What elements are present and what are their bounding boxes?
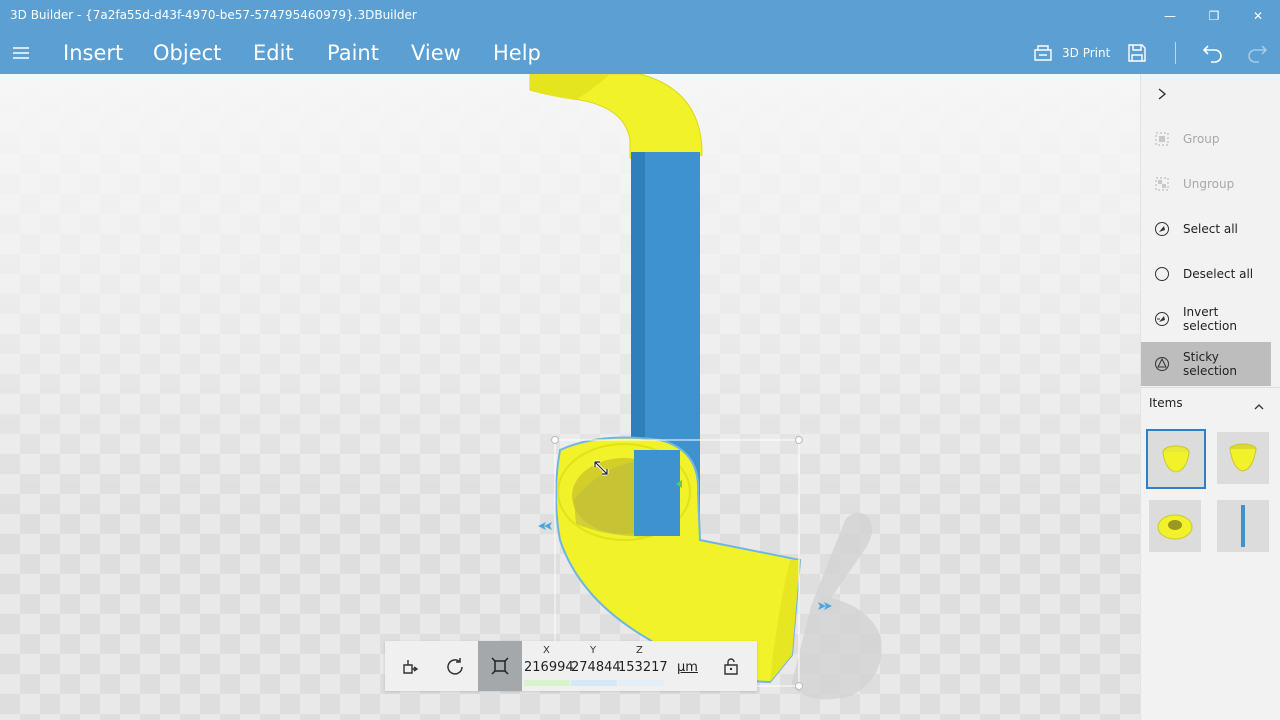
undo-button[interactable] <box>1202 40 1224 66</box>
redo-icon <box>1248 45 1268 63</box>
transform-toolbar: X 216994 Y 274844 Z 153217 µm <box>385 641 757 691</box>
items-collapse-button[interactable] <box>1253 398 1265 417</box>
scale-tool-button[interactable] <box>478 641 522 691</box>
selection-handle-br <box>795 682 803 690</box>
y-label: Y <box>590 645 597 656</box>
cup-thumbnail-icon <box>1162 445 1190 473</box>
close-icon: ✕ <box>1252 9 1264 23</box>
item-thumbnail-3[interactable] <box>1149 500 1201 552</box>
move-tool-button[interactable] <box>389 641 433 691</box>
scale-icon <box>491 657 509 675</box>
move-icon <box>403 660 419 674</box>
menu-view[interactable]: View <box>411 41 461 65</box>
model-shadow <box>791 512 882 700</box>
toolbar-divider <box>1175 42 1176 64</box>
rod-thumbnail-icon <box>1241 505 1245 547</box>
ungroup-icon <box>1154 176 1170 192</box>
x-axis-indicator <box>524 680 570 686</box>
group-icon <box>1154 131 1170 147</box>
invert-selection-icon <box>1154 311 1170 327</box>
invert-selection-label: Invert selection <box>1183 305 1237 333</box>
group-button[interactable]: Group <box>1141 117 1271 161</box>
move-arrow-left <box>538 522 552 530</box>
undo-icon <box>1202 45 1222 63</box>
save-button[interactable] <box>1127 40 1147 66</box>
panel-divider <box>1141 387 1280 388</box>
invert-selection-button[interactable]: Invert selection <box>1141 297 1271 341</box>
menu-paint[interactable]: Paint <box>327 41 379 65</box>
blue-rod-inside <box>634 450 680 536</box>
select-all-icon <box>1154 221 1170 237</box>
item-thumbnail-1[interactable] <box>1146 429 1206 489</box>
x-field[interactable]: 216994 <box>524 660 574 675</box>
ungroup-label: Ungroup <box>1183 177 1235 191</box>
maximize-button[interactable]: ❐ <box>1192 0 1236 32</box>
3d-print-button[interactable]: 3D Print <box>1032 40 1110 66</box>
selection-handle-tl <box>551 436 559 444</box>
lock-button[interactable] <box>709 641 753 691</box>
sticky-selection-label: Sticky selection <box>1183 350 1237 378</box>
close-button[interactable]: ✕ <box>1236 0 1280 32</box>
menu-edit[interactable]: Edit <box>253 41 294 65</box>
unit-selector[interactable]: µm <box>677 660 698 675</box>
collapse-panel-button[interactable] <box>1155 86 1169 105</box>
items-heading: Items <box>1149 396 1183 410</box>
chevron-right-icon <box>1158 88 1167 100</box>
y-axis-indicator <box>571 680 617 686</box>
title-bar: 3D Builder - {7a2fa55d-d43f-4970-be57-57… <box>0 0 1280 32</box>
y-field[interactable]: 274844 <box>571 660 621 675</box>
cup-open-thumbnail-icon <box>1229 443 1257 472</box>
selection-handle-tr <box>795 436 803 444</box>
deselect-all-label: Deselect all <box>1183 267 1254 281</box>
ungroup-button[interactable]: Ungroup <box>1141 162 1271 206</box>
group-label: Group <box>1183 132 1220 146</box>
item-thumbnail-4[interactable] <box>1217 500 1269 552</box>
save-icon <box>1128 44 1146 62</box>
window-title: 3D Builder - {7a2fa55d-d43f-4970-be57-57… <box>10 8 417 22</box>
sticky-selection-icon <box>1154 356 1170 372</box>
select-all-label: Select all <box>1183 222 1238 236</box>
3d-viewport[interactable] <box>0 74 1140 720</box>
scene-canvas[interactable] <box>0 74 1140 720</box>
hamburger-menu-button[interactable] <box>10 42 32 64</box>
minimize-icon: — <box>1164 9 1176 23</box>
3d-print-label: 3D Print <box>1062 46 1111 60</box>
rotate-tool-button[interactable] <box>433 641 477 691</box>
select-all-button[interactable]: Select all <box>1141 207 1271 251</box>
x-label: X <box>543 645 550 656</box>
z-axis-indicator <box>618 680 664 686</box>
minimize-button[interactable]: — <box>1148 0 1192 32</box>
maximize-icon: ❐ <box>1208 9 1220 23</box>
chevron-up-icon <box>1254 404 1264 410</box>
hamburger-icon <box>13 47 29 59</box>
menu-insert[interactable]: Insert <box>63 41 123 65</box>
item-thumbnail-2[interactable] <box>1217 432 1269 484</box>
sticky-selection-button[interactable]: Sticky selection <box>1141 342 1271 386</box>
z-field[interactable]: 153217 <box>618 660 668 675</box>
z-label: Z <box>636 645 643 656</box>
menu-bar: Insert Object Edit Paint View Help 3D Pr… <box>0 32 1280 74</box>
menu-object[interactable]: Object <box>153 41 221 65</box>
deselect-all-button[interactable]: Deselect all <box>1141 252 1271 296</box>
redo-button[interactable] <box>1246 40 1268 66</box>
printer-icon <box>1034 45 1052 61</box>
menu-help[interactable]: Help <box>493 41 541 65</box>
unlock-icon <box>724 658 738 675</box>
rotate-icon <box>447 658 463 675</box>
deselect-all-icon <box>1154 266 1170 282</box>
selection-panel: Group Ungroup Select all Deselect all In… <box>1140 74 1280 720</box>
ring-thumbnail-icon <box>1157 514 1193 540</box>
